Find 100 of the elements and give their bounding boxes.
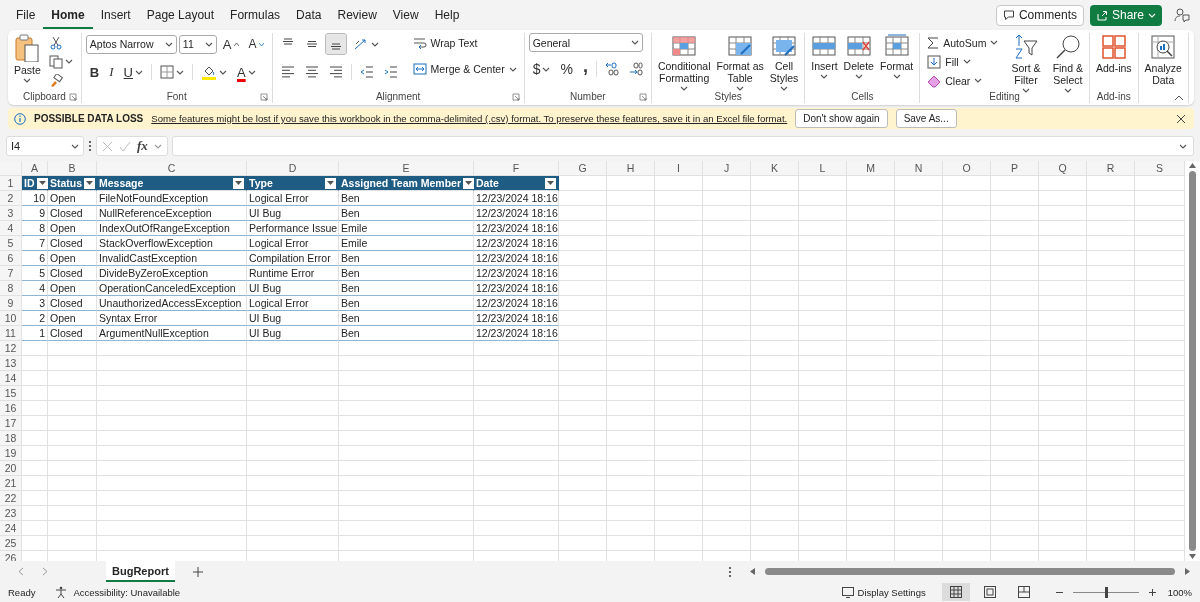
row-number[interactable]: 13 [0,356,22,371]
comments-button[interactable]: Comments [995,4,1084,26]
font-size-dropdown[interactable]: 11 [178,34,217,54]
sort-filter-button[interactable]: Sort & Filter [1009,33,1043,94]
wrap-text-button[interactable]: Wrap Text [409,33,520,53]
font-color-button[interactable]: A [233,61,260,83]
fill-button[interactable]: Fill [924,52,1002,71]
row-number[interactable]: 10 [0,311,22,326]
column-header[interactable]: Q [1039,161,1087,176]
column-header[interactable]: E [339,161,474,176]
column-header[interactable]: B [48,161,97,176]
row-number[interactable]: 12 [0,341,22,356]
column-header[interactable]: R [1087,161,1135,176]
zoom-slider-thumb[interactable] [1104,586,1108,598]
row-number[interactable]: 8 [0,281,22,296]
insert-cells-button[interactable]: Insert [809,33,840,80]
row-number[interactable]: 15 [0,386,22,401]
column-header[interactable]: S [1135,161,1185,176]
row-number[interactable]: 21 [0,476,22,491]
zoom-level[interactable]: 100% [1167,586,1192,598]
vertical-scroll-thumb[interactable] [1189,171,1196,551]
formula-input-field[interactable] [171,136,1194,156]
row-number[interactable]: 23 [0,506,22,521]
merge-center-button[interactable]: Merge & Center [409,59,520,79]
row-number[interactable]: 5 [0,236,22,251]
sheet-tab[interactable]: BugReport [106,561,175,582]
column-header[interactable]: L [799,161,847,176]
row-number[interactable]: 19 [0,446,22,461]
font-name-dropdown[interactable]: Aptos Narrow [85,34,177,54]
row-number[interactable]: 18 [0,431,22,446]
cell-styles-button[interactable]: Cell Styles [767,33,801,92]
name-box[interactable]: I4 [6,136,84,156]
menu-tab[interactable]: Data [288,1,330,29]
underline-button[interactable]: U [119,61,147,83]
row-number[interactable]: 4 [0,221,22,236]
menu-tab[interactable]: Formulas [222,1,289,29]
row-number[interactable]: 25 [0,536,22,551]
insert-function-button[interactable]: fx [137,138,148,154]
accessibility-status[interactable]: Accessibility: Unavailable [73,586,181,598]
column-header[interactable]: H [607,161,655,176]
currency-button[interactable]: $ [528,58,555,80]
row-number[interactable]: 6 [0,251,22,266]
column-header[interactable]: A [22,161,48,176]
row-number[interactable]: 17 [0,416,22,431]
column-header[interactable]: J [703,161,751,176]
filter-dropdown-button[interactable] [36,177,48,189]
column-header[interactable]: D [247,161,339,176]
column-header[interactable]: K [751,161,799,176]
row-number[interactable]: 11 [0,326,22,341]
row-number[interactable]: 7 [0,266,22,281]
row-number[interactable]: 1 [0,176,22,191]
increase-font-size-button[interactable]: A [218,33,243,55]
column-header[interactable]: G [559,161,607,176]
message-button[interactable]: Don't show again [795,109,888,128]
clear-button[interactable]: Clear [924,71,1002,90]
column-header[interactable]: O [943,161,991,176]
menu-tab[interactable]: Insert [92,1,139,29]
format-cells-button[interactable]: Format [877,33,916,80]
filter-dropdown-button[interactable] [325,177,336,189]
add-ins-button[interactable]: Add-ins [1094,33,1134,75]
percent-button[interactable]: % [556,58,577,80]
find-select-button[interactable]: Find & Select [1050,33,1085,94]
row-number[interactable]: 2 [0,191,22,206]
filter-dropdown-button[interactable] [84,177,96,189]
number-format-dropdown[interactable]: General [528,33,643,52]
share-button[interactable]: Share [1089,4,1162,26]
delete-cells-button[interactable]: Delete [841,33,876,80]
column-header[interactable]: P [991,161,1039,176]
column-header[interactable]: M [847,161,895,176]
menu-tab[interactable]: Review [329,1,385,29]
menu-tab[interactable]: Page Layout [138,1,223,29]
message-link[interactable]: Some features might be lost if you save this workbook in the comma-delimited (.csv) format. To preserve these features, save it in an Excel file format. [151,113,788,124]
horizontal-scroll-thumb[interactable] [765,568,1175,575]
column-header[interactable]: F [474,161,559,176]
menu-tab[interactable]: Home [43,1,93,29]
column-header[interactable]: N [895,161,943,176]
menu-tab[interactable]: View [384,1,427,29]
comma-style-button[interactable]: , [578,58,592,80]
menu-tab[interactable]: File [8,1,44,29]
row-number[interactable]: 22 [0,491,22,506]
menu-tab[interactable]: Help [426,1,468,29]
analyze-data-button[interactable]: Analyze Data [1142,33,1184,87]
row-number[interactable]: 20 [0,461,22,476]
row-number[interactable]: 16 [0,401,22,416]
column-header[interactable]: C [97,161,247,176]
italic-button[interactable]: I [105,61,118,83]
row-number[interactable]: 24 [0,521,22,536]
row-number[interactable]: 9 [0,296,22,311]
autosum-button[interactable]: AutoSum [924,33,1002,52]
paste-button[interactable]: Paste [12,33,43,84]
row-number[interactable]: 14 [0,371,22,386]
column-header[interactable]: I [655,161,703,176]
bold-button[interactable]: B [85,61,104,83]
message-button[interactable]: Save As... [895,109,957,128]
display-settings-button[interactable]: Display Settings [841,586,926,598]
filter-dropdown-button[interactable] [233,177,244,189]
decrease-font-size-button[interactable]: A [244,33,268,55]
view-button[interactable] [941,583,970,601]
filter-dropdown-button[interactable] [463,177,474,189]
filter-dropdown-button[interactable] [545,177,556,189]
